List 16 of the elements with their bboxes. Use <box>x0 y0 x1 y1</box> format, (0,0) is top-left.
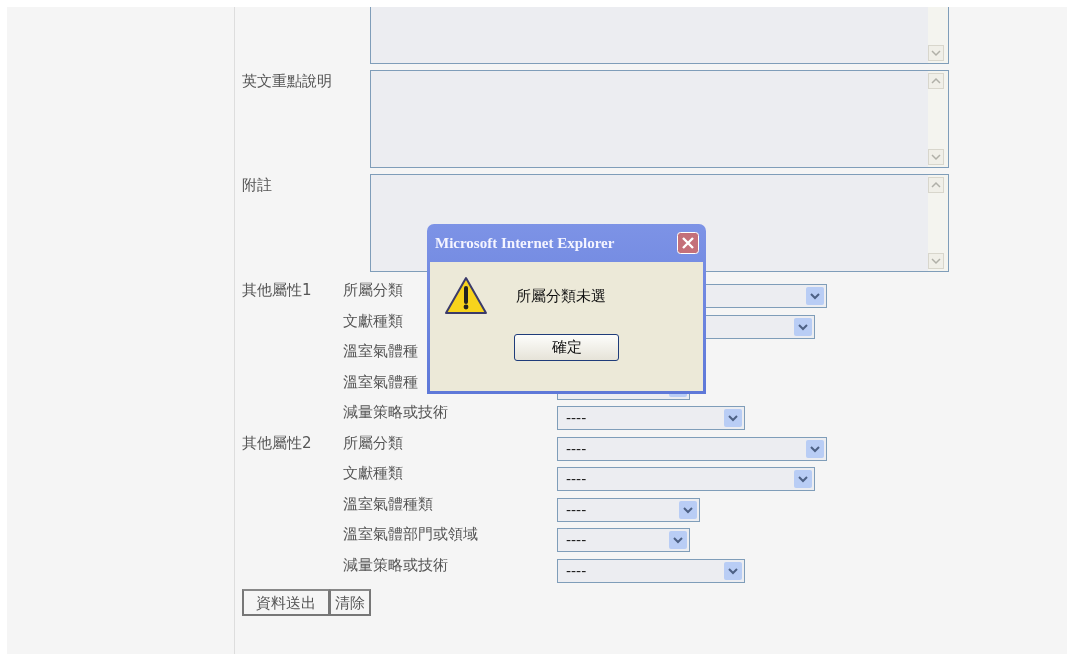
group-label: 其他屬性1 <box>242 281 312 299</box>
group-label: 其他屬性2 <box>242 433 312 452</box>
field-label: 文獻種類 <box>343 464 403 482</box>
field-label: 所屬分類 <box>343 433 403 452</box>
field-label: 溫室氣體種 <box>343 372 418 391</box>
field-label: 文獻種類 <box>343 311 403 330</box>
field-label: 附註 <box>242 176 272 194</box>
dialog-title: Microsoft Internet Explorer <box>435 234 615 252</box>
field-label: 溫室氣體部門或領域 <box>343 525 478 543</box>
field-label: 減量策略或技術 <box>343 555 448 574</box>
field-label: 溫室氣體種類 <box>343 494 433 513</box>
field-label: 溫室氣體種 <box>343 342 418 360</box>
dialog-message: 所屬分類未選 <box>516 286 606 306</box>
field-label: 所屬分類 <box>343 281 403 299</box>
field-label: 減量策略或技術 <box>343 403 448 421</box>
field-label: 英文重點說明 <box>242 72 332 90</box>
